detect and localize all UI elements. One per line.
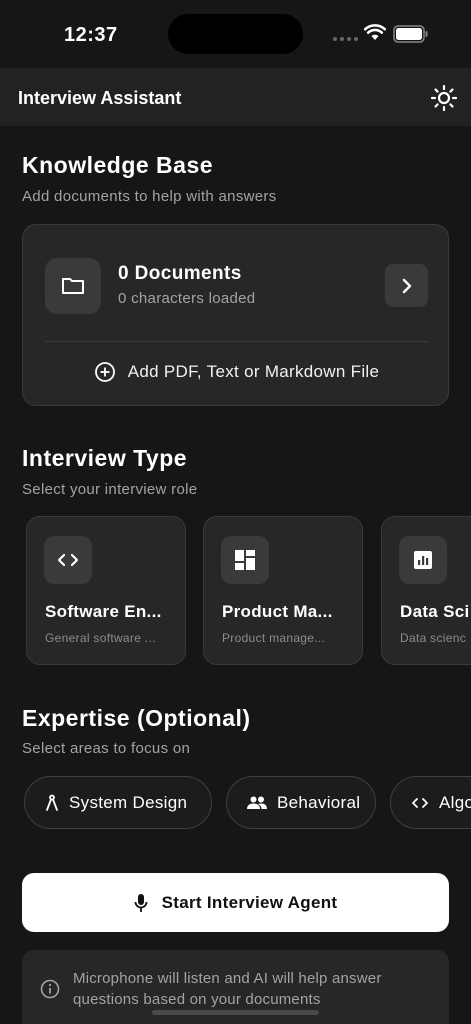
documents-open-button[interactable]: [385, 264, 428, 307]
chart-icon: [399, 536, 447, 584]
expertise-title: Expertise (Optional): [22, 705, 251, 731]
chip-behavioral[interactable]: Behavioral: [226, 776, 376, 829]
interview-type-title: Interview Type: [22, 445, 188, 471]
dynamic-island: [168, 14, 303, 54]
documents-count: 0 Documents: [118, 263, 242, 284]
chip-algorithms[interactable]: Algo: [390, 776, 471, 829]
interview-type-list: Software En... General software ... Prod…: [26, 516, 471, 666]
interview-type-subtitle: Select your interview role: [22, 481, 198, 498]
characters-loaded: 0 characters loaded: [118, 290, 256, 307]
chip-label: Behavioral: [277, 792, 361, 812]
wifi-icon: [364, 24, 386, 40]
expertise-subtitle: Select areas to focus on: [22, 740, 191, 757]
app-header: Interview Assistant: [0, 68, 471, 126]
home-indicator: [152, 1010, 319, 1015]
type-card-software-engineer[interactable]: Software En... General software ...: [26, 516, 186, 665]
add-circle-icon: [94, 362, 115, 382]
type-card-desc: Data scienc: [400, 631, 466, 645]
type-card-data-science[interactable]: Data Sci Data scienc: [381, 516, 471, 665]
status-time: 12:37: [64, 24, 118, 46]
type-card-desc: General software ...: [45, 631, 156, 645]
folder-icon: [62, 278, 84, 294]
knowledge-base-title: Knowledge Base: [22, 152, 214, 178]
app-title: Interview Assistant: [18, 88, 182, 108]
type-card-title: Product Ma...: [222, 602, 333, 621]
add-file-button[interactable]: Add PDF, Text or Markdown File: [23, 361, 450, 383]
folder-icon-box: [45, 258, 101, 314]
start-interview-label: Start Interview Agent: [161, 892, 338, 912]
knowledge-base-subtitle: Add documents to help with answers: [22, 188, 277, 205]
info-icon: [40, 979, 60, 999]
knowledge-base-card: 0 Documents 0 characters loaded Add PDF,…: [22, 224, 449, 406]
type-card-product-manager[interactable]: Product Ma... Product manage...: [203, 516, 363, 665]
type-card-title: Data Sci: [400, 602, 470, 621]
chip-label: Algo: [439, 792, 471, 812]
status-bar: 12:37: [0, 0, 471, 68]
divider: [45, 341, 428, 342]
people-icon: [247, 796, 267, 809]
type-card-desc: Product manage...: [222, 631, 326, 645]
chevron-right-icon: [402, 278, 411, 293]
battery-icon: [393, 25, 428, 43]
dashboard-icon: [221, 536, 269, 584]
mic-icon: [134, 893, 148, 912]
compass-icon: [46, 794, 58, 811]
sun-icon[interactable]: [430, 84, 458, 112]
chip-system-design[interactable]: System Design: [24, 776, 212, 829]
type-card-title: Software En...: [45, 602, 162, 621]
code-icon: [412, 797, 428, 808]
code-icon: [44, 536, 92, 584]
cellular-signal-icon: [333, 37, 358, 41]
chip-label: System Design: [69, 792, 188, 812]
start-interview-button[interactable]: Start Interview Agent: [22, 873, 449, 932]
info-text: Microphone will listen and AI will help …: [73, 970, 382, 1008]
expertise-chip-list: System Design Behavioral Algo: [24, 776, 471, 830]
add-file-label: Add PDF, Text or Markdown File: [127, 362, 380, 381]
